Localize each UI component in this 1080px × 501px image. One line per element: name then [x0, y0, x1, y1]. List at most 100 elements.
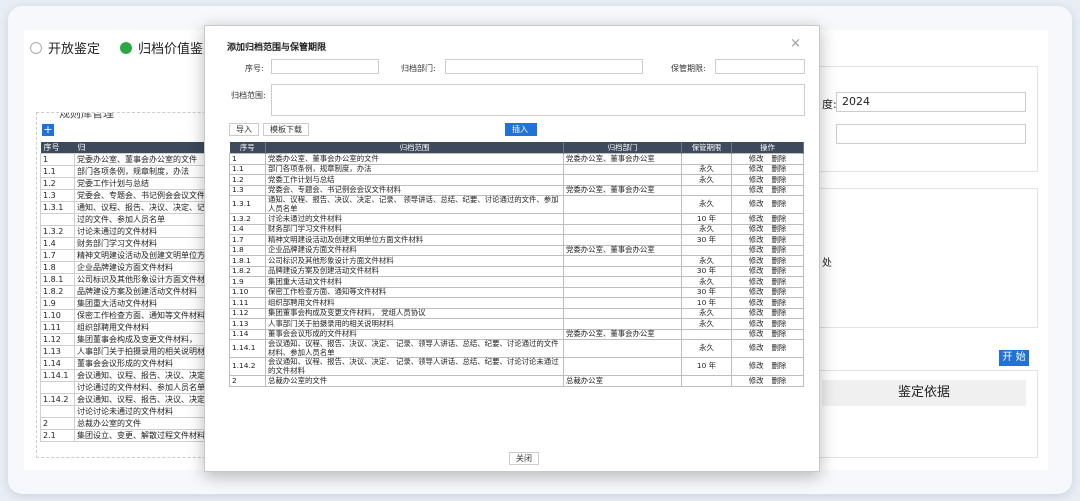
rule-cell-seq: 1.3.1 [40, 201, 75, 214]
scope-table-row: 1.14.2 会议通知、议程、报告、决议、决定、 记录、领导人讲话、总结、纪要、讨… [229, 357, 804, 376]
delete-link[interactable]: 删除 [772, 199, 787, 209]
rule-cell-seq: 1.4 [40, 237, 75, 250]
cell-period: 永久 [681, 223, 732, 235]
scope-table-row: 1.8 企业品牌建设方面文件材料 党委办公室、董事会办公室 修改 删除 [229, 244, 804, 256]
edit-link[interactable]: 修改 [749, 343, 764, 353]
scope-textarea[interactable] [271, 84, 805, 116]
delete-link[interactable]: 删除 [772, 256, 787, 265]
rule-cell-seq: 1.9 [40, 297, 75, 310]
scope-table-row: 1.11 组织部聘用文件材料 10 年修改 删除 [229, 297, 804, 309]
scope-table-row: 1.14 董事会会议形成的文件材料 党委办公室、董事会办公室 修改 删除 [229, 328, 804, 340]
radio-unchecked-icon [30, 41, 42, 54]
scope-table-row: 1.3.2 讨论未通过的文件材料 10 年修改 删除 [229, 213, 804, 225]
delete-link[interactable]: 删除 [772, 287, 787, 296]
cell-scope: 会议通知、议程、报告、决议、决定、 记录、领导人讲话、总结、纪要、讨论通过的文件… [265, 339, 564, 358]
edit-link[interactable]: 修改 [749, 361, 764, 371]
delete-link[interactable]: 删除 [772, 298, 787, 307]
cell-dept [563, 163, 682, 175]
edit-link[interactable]: 修改 [749, 235, 764, 244]
delete-link[interactable]: 删除 [772, 308, 787, 317]
cell-dept: 党委办公室、董事会办公室 [563, 244, 682, 256]
rule-cell-seq [40, 381, 75, 394]
cell-seq: 1.12 [229, 307, 266, 319]
rule-cell-seq: 1.14.2 [40, 393, 75, 406]
cell-period: 永久 [681, 255, 732, 267]
edit-link[interactable]: 修改 [749, 175, 764, 184]
close-icon[interactable]: × [790, 36, 801, 51]
delete-link[interactable]: 删除 [772, 277, 787, 286]
scope-table-row: 2 总裁办公室的文件 总裁办公室 修改 删除 [229, 375, 804, 387]
edit-link[interactable]: 修改 [749, 256, 764, 265]
header-seq: 序号 [229, 142, 266, 154]
cell-seq: 1.3.1 [229, 195, 266, 214]
delete-link[interactable]: 删除 [772, 343, 787, 353]
period-input[interactable] [715, 59, 805, 74]
seq-input[interactable] [271, 59, 379, 74]
template-download-button[interactable]: 模板下载 [263, 123, 309, 136]
cell-period [681, 328, 732, 340]
edit-link[interactable]: 修改 [749, 164, 764, 173]
cell-period: 10 年 [681, 357, 732, 376]
edit-link[interactable]: 修改 [749, 185, 764, 194]
cell-actions: 修改 删除 [731, 328, 804, 340]
cell-scope: 财务部门学习文件材料 [265, 223, 564, 235]
cell-actions: 修改 删除 [731, 297, 804, 309]
edit-link[interactable]: 修改 [749, 308, 764, 317]
edit-link[interactable]: 修改 [749, 277, 764, 286]
edit-link[interactable]: 修改 [749, 245, 764, 254]
insert-button[interactable]: 插入 [505, 123, 537, 136]
year-input[interactable]: 2024 [836, 92, 1026, 112]
import-button[interactable]: 导入 [229, 123, 259, 136]
cell-actions: 修改 删除 [731, 244, 804, 256]
delete-link[interactable]: 删除 [772, 376, 787, 385]
delete-link[interactable]: 删除 [772, 245, 787, 254]
edit-link[interactable]: 修改 [749, 154, 764, 163]
edit-link[interactable]: 修改 [749, 376, 764, 385]
cell-actions: 修改 删除 [731, 357, 804, 376]
edit-link[interactable]: 修改 [749, 287, 764, 296]
start-button[interactable]: 开 始 [999, 350, 1029, 366]
edit-link[interactable]: 修改 [749, 266, 764, 275]
edit-link[interactable]: 修改 [749, 214, 764, 223]
edit-link[interactable]: 修改 [749, 199, 764, 209]
cell-dept: 党委办公室、董事会办公室 [563, 328, 682, 340]
rule-cell-seq: 1.14 [40, 357, 75, 370]
add-rule-button[interactable]: + [42, 124, 54, 136]
radio-open-appraisal[interactable]: 开放鉴定 [30, 38, 100, 57]
edit-link[interactable]: 修改 [749, 329, 764, 338]
cell-period: 永久 [681, 276, 732, 288]
right-hint-text: 处 [822, 258, 832, 269]
delete-link[interactable]: 删除 [772, 361, 787, 371]
delete-link[interactable]: 删除 [772, 175, 787, 184]
dialog-close-button[interactable]: 关闭 [509, 452, 539, 465]
cell-seq: 1.14 [229, 328, 266, 340]
delete-link[interactable]: 删除 [772, 235, 787, 244]
cell-seq: 1.8.1 [229, 255, 266, 267]
secondary-input[interactable] [836, 124, 1026, 144]
delete-link[interactable]: 删除 [772, 185, 787, 194]
rule-cell-seq: 1.10 [40, 309, 75, 322]
cell-seq: 1.4 [229, 223, 266, 235]
cell-seq: 2 [229, 375, 266, 387]
delete-link[interactable]: 删除 [772, 164, 787, 173]
cell-period: 30 年 [681, 265, 732, 277]
cell-seq: 1.13 [229, 318, 266, 330]
dept-input[interactable] [445, 59, 643, 74]
delete-link[interactable]: 删除 [772, 154, 787, 163]
scope-table-row: 1.14.1 会议通知、议程、报告、决议、决定、 记录、领导人讲话、总结、纪要、讨… [229, 339, 804, 358]
cell-scope: 党委会、专题会、书记例会会议文件材料 [265, 184, 564, 196]
edit-link[interactable]: 修改 [749, 224, 764, 233]
delete-link[interactable]: 删除 [772, 319, 787, 328]
delete-link[interactable]: 删除 [772, 214, 787, 223]
cell-actions: 修改 删除 [731, 184, 804, 196]
rule-cell-seq: 1.8.2 [40, 285, 75, 298]
cell-period: 永久 [681, 339, 732, 358]
delete-link[interactable]: 删除 [772, 329, 787, 338]
edit-link[interactable]: 修改 [749, 298, 764, 307]
delete-link[interactable]: 删除 [772, 266, 787, 275]
scope-table-row: 1.4 财务部门学习文件材料 永久 修改 删除 [229, 223, 804, 235]
radio-archive-appraisal[interactable]: 归档价值鉴定 [120, 38, 216, 57]
delete-link[interactable]: 删除 [772, 224, 787, 233]
radio-checked-icon [120, 41, 133, 54]
edit-link[interactable]: 修改 [749, 319, 764, 328]
